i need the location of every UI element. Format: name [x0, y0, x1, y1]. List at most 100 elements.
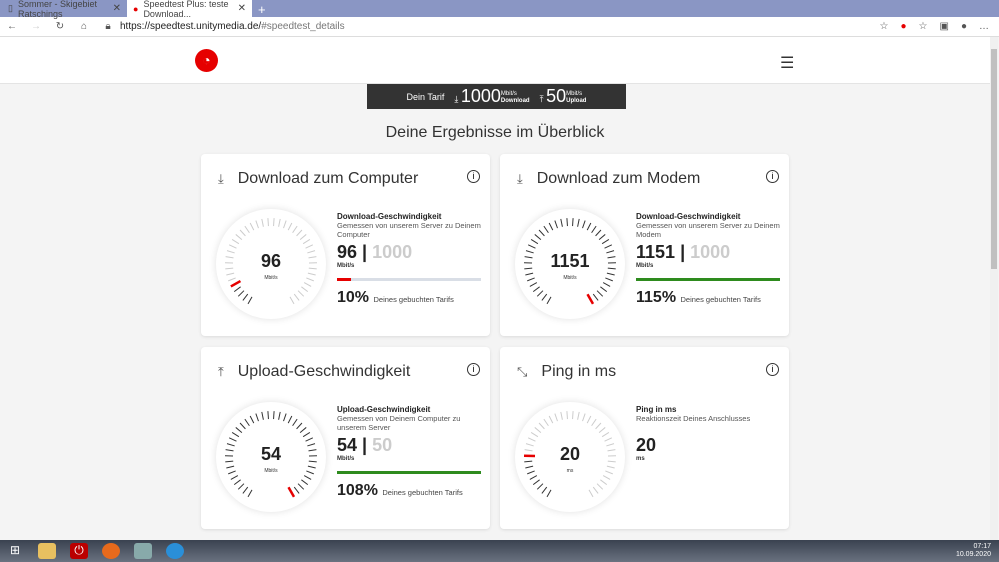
gauge-tick: [534, 234, 542, 240]
gauge-tick: [538, 229, 545, 237]
gauge-tick: [293, 486, 300, 494]
gauge-tick: [301, 286, 309, 293]
upload-icon: ⤒: [539, 94, 544, 104]
collections-icon[interactable]: ▣: [940, 21, 949, 32]
scrollbar[interactable]: [990, 37, 998, 540]
gauge-tick: [303, 475, 312, 480]
gauge-tick: [546, 296, 552, 305]
gauge: 1151 Mbit/s: [515, 209, 625, 319]
gauge-tick: [536, 290, 544, 297]
gauge-tick: [267, 218, 269, 227]
gauge-tick: [293, 293, 300, 301]
favorite-icon[interactable]: ☆: [880, 21, 889, 32]
gauge-tick: [233, 286, 241, 293]
gauge-tick: [247, 296, 253, 305]
gauge-tick: [566, 218, 568, 227]
measured-value: 54: [337, 435, 358, 455]
gauge-tick: [602, 282, 611, 287]
gauge-tick: [297, 290, 305, 297]
card-heading: Ping in ms: [541, 363, 617, 380]
gauge-tick: [560, 411, 563, 420]
gauge-marker: [287, 486, 296, 498]
gauge-tick: [586, 415, 592, 424]
gauge-tick: [601, 431, 610, 438]
scrollbar-thumb[interactable]: [991, 49, 997, 269]
info-icon[interactable]: i: [467, 363, 480, 376]
gauge-tick: [586, 222, 592, 231]
tab-skigebiet[interactable]: ▯ Sommer - Skigebiet Ratschings ✕: [2, 0, 127, 19]
close-icon[interactable]: ✕: [113, 3, 121, 14]
gauge-tick: [235, 427, 243, 433]
tarif-bar: Dein Tarif ⤓ 1000Mbit/s Download ⤒ 50Mbit…: [367, 84, 626, 109]
gauge-tick: [228, 437, 237, 442]
explorer-icon[interactable]: [38, 543, 56, 559]
gauge-tick: [292, 418, 298, 427]
gauge-tick: [237, 290, 245, 297]
back-icon[interactable]: ←: [0, 21, 24, 32]
gauge-tick: [287, 415, 293, 424]
favorites-icon[interactable]: ☆: [919, 21, 928, 32]
gauge-value: 1151: [550, 251, 590, 271]
gauge-tick: [303, 282, 312, 287]
gauge-tick: [604, 244, 613, 249]
gauge-tick: [283, 220, 287, 229]
measured-value: 1151: [636, 242, 676, 262]
gauge-tick: [287, 222, 293, 231]
tab-speedtest[interactable]: ● Speedtest Plus: teste Download... ✕: [127, 0, 252, 19]
vodafone-logo[interactable]: ◔: [195, 49, 218, 72]
hamburger-menu-icon[interactable]: ☰: [780, 53, 794, 73]
power-icon[interactable]: ⏻: [70, 543, 88, 559]
tarif-value: 1000: [690, 242, 731, 262]
page-title: Deine Ergebnisse im Überblick: [385, 124, 605, 141]
gauge-tick: [527, 437, 536, 442]
edge-icon[interactable]: [166, 543, 184, 559]
gauge-tick: [249, 415, 255, 424]
profile-icon[interactable]: ●: [961, 21, 967, 32]
gauge: 54 Mbit/s: [216, 402, 326, 512]
gauge-tick: [235, 234, 243, 240]
gauge-tick: [273, 411, 275, 420]
gauge-marker: [230, 280, 242, 288]
gauge-tick: [302, 238, 311, 245]
refresh-icon[interactable]: ↻: [48, 21, 72, 32]
menu-icon[interactable]: …: [979, 21, 989, 32]
result-card: ⤒ Upload-Geschwindigkeit i 54 Mbit/s Uploa…: [201, 347, 490, 529]
gauge-tick: [233, 479, 241, 486]
gauge-tick: [305, 437, 314, 442]
gauge-tick: [244, 225, 250, 234]
progress-fill: [337, 471, 481, 474]
gauge-tick: [546, 489, 552, 498]
gauge-tick: [228, 244, 237, 249]
gauge-tick: [598, 234, 606, 240]
gauge: 20 ms: [515, 402, 625, 512]
address-bar[interactable]: https://speedtest.unitymedia.de/#speedte…: [120, 21, 880, 32]
app-icon[interactable]: [134, 543, 152, 559]
gauge-tick: [588, 489, 594, 498]
gauge-tick: [541, 293, 548, 301]
tab-bar: ▯ Sommer - Skigebiet Ratschings ✕ ● Speedte…: [0, 0, 999, 19]
firefox-icon[interactable]: [102, 543, 120, 559]
card-heading: Download zum Computer: [237, 170, 419, 187]
gauge-tick: [242, 486, 249, 494]
percent-value: 108%: [337, 482, 378, 499]
gauge-tick: [244, 418, 250, 427]
start-icon[interactable]: ⊞: [6, 543, 24, 559]
adblock-icon[interactable]: ●: [900, 21, 906, 32]
new-tab-button[interactable]: +: [252, 2, 272, 17]
gauge-tick: [302, 431, 311, 438]
gauge-tick: [601, 238, 610, 245]
gauge-tick: [230, 475, 239, 480]
info-icon[interactable]: i: [766, 363, 779, 376]
info-icon[interactable]: i: [766, 170, 779, 183]
download-icon: ⤓: [517, 171, 523, 186]
close-icon[interactable]: ✕: [238, 3, 246, 14]
gauge-tick: [296, 229, 303, 237]
gauge-tick: [273, 218, 275, 227]
gauge-tick: [543, 225, 549, 234]
forward-icon[interactable]: →: [24, 21, 48, 32]
info-icon[interactable]: i: [467, 170, 480, 183]
gauge-tick: [602, 475, 611, 480]
gauge-tick: [534, 427, 542, 433]
home-icon[interactable]: ⌂: [72, 21, 96, 32]
gauge-tick: [532, 479, 540, 486]
